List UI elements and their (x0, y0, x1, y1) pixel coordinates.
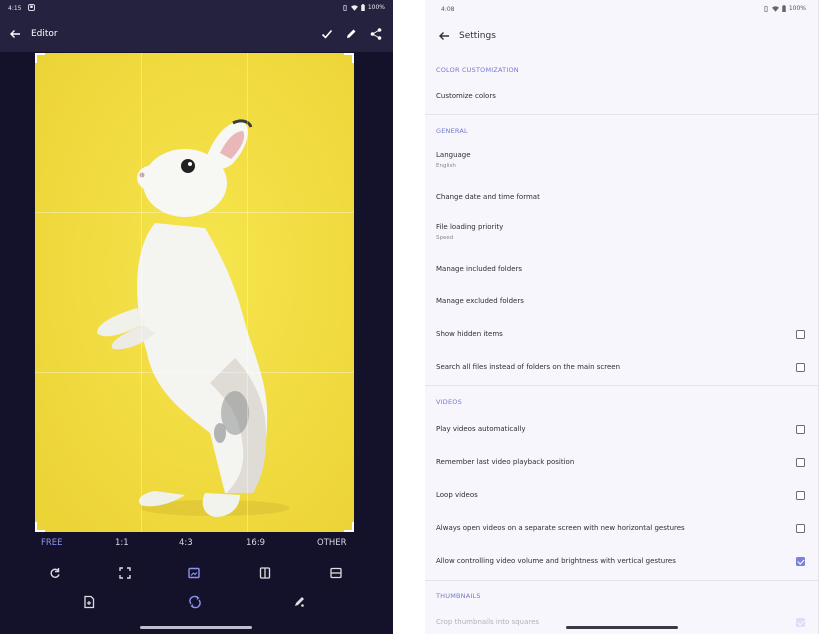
setting-language[interactable]: Language (436, 151, 471, 159)
setting-loop-videos[interactable]: Loop videos (436, 491, 478, 499)
gesture-nav-bar[interactable] (566, 626, 678, 629)
editor-screen: 4:15 ▪ 100% Editor FREE 1:1 4:3 16:9 OTH… (0, 0, 393, 634)
checkbox-vertical-gestures[interactable] (796, 557, 805, 566)
editor-app-bar: Editor (0, 18, 393, 52)
section-divider (425, 114, 818, 115)
rotate-icon[interactable] (48, 566, 62, 580)
checkbox-hidden-items[interactable] (796, 330, 805, 339)
section-divider (425, 385, 818, 386)
crop-handle-top-left[interactable] (35, 53, 45, 63)
section-header-videos: VIDEOS (436, 398, 462, 406)
section-header-thumbnails: THUMBNAILS (436, 592, 481, 600)
crop-grid-line (35, 372, 354, 373)
section-divider (425, 580, 818, 581)
setting-play-auto[interactable]: Play videos automatically (436, 425, 526, 433)
setting-search-all[interactable]: Search all files instead of folders on t… (436, 363, 620, 371)
ratio-1-1[interactable]: 1:1 (115, 538, 129, 548)
battery-icon (361, 4, 365, 11)
setting-file-priority-value: Speed (436, 235, 454, 241)
settings-screen: 4:08 100% Settings COLOR CUSTOMIZATION C… (425, 0, 819, 634)
tune-icon[interactable] (188, 595, 202, 609)
status-icons: 100% (342, 4, 385, 11)
ratio-16-9[interactable]: 16:9 (246, 538, 265, 548)
fit-icon[interactable] (329, 566, 343, 580)
back-arrow-icon[interactable] (8, 27, 22, 41)
flip-icon[interactable] (258, 566, 272, 580)
wifi-icon (350, 4, 358, 11)
edit-pencil-icon[interactable] (344, 27, 358, 41)
setting-excluded-folders[interactable]: Manage excluded folders (436, 297, 524, 305)
checkbox-loop-videos[interactable] (796, 491, 805, 500)
section-header-color: COLOR CUSTOMIZATION (436, 66, 519, 74)
settings-app-bar: Settings (425, 24, 818, 50)
checkbox-separate-screen[interactable] (796, 524, 805, 533)
battery-icon (782, 5, 786, 12)
status-icons: 100% (763, 5, 806, 12)
page-title: Settings (459, 31, 496, 41)
setting-included-folders[interactable]: Manage included folders (436, 265, 522, 273)
checkbox-search-all[interactable] (796, 363, 805, 372)
status-time: 4:08 (441, 6, 455, 13)
resize-icon[interactable] (118, 566, 132, 580)
crop-grid-line (35, 212, 354, 213)
checkbox-remember-position[interactable] (796, 458, 805, 467)
setting-separate-screen[interactable]: Always open videos on a separate screen … (436, 524, 685, 532)
setting-file-priority[interactable]: File loading priority (436, 223, 503, 231)
crop-handle-bottom-left[interactable] (35, 522, 45, 532)
setting-customize-colors[interactable]: Customize colors (436, 92, 496, 100)
notification-icon: ▪ (28, 4, 35, 11)
setting-hidden-items[interactable]: Show hidden items (436, 330, 503, 338)
setting-remember-position[interactable]: Remember last video playback position (436, 458, 574, 466)
status-bar: 4:15 ▪ 100% (0, 0, 393, 18)
crop-grid-line (141, 53, 142, 532)
setting-language-value: English (436, 163, 456, 169)
status-time: 4:15 (8, 5, 22, 12)
checkbox-crop-thumbnails[interactable] (796, 618, 805, 627)
page-title: Editor (31, 29, 58, 39)
vibrate-icon (343, 4, 347, 11)
section-header-general: GENERAL (436, 127, 468, 135)
crop-rotate-icon[interactable] (82, 595, 96, 609)
photo-canvas[interactable] (35, 53, 354, 532)
setting-date-format[interactable]: Change date and time format (436, 193, 540, 201)
tool-row-primary (0, 566, 393, 582)
crop-handle-top-right[interactable] (344, 53, 354, 63)
rabbit-image (35, 53, 354, 532)
aspect-ratio-bar: FREE 1:1 4:3 16:9 OTHER (0, 538, 393, 552)
share-icon[interactable] (369, 27, 383, 41)
crop-handle-bottom-right[interactable] (344, 522, 354, 532)
battery-percent: 100% (788, 5, 806, 12)
setting-vertical-gestures[interactable]: Allow controlling video volume and brigh… (436, 557, 676, 565)
checkbox-play-auto[interactable] (796, 425, 805, 434)
setting-crop-thumbnails[interactable]: Crop thumbnails into squares (436, 618, 539, 626)
gesture-nav-bar[interactable] (140, 626, 252, 629)
battery-percent: 100% (367, 4, 385, 11)
tool-row-secondary (0, 595, 393, 611)
ratio-other[interactable]: OTHER (317, 538, 347, 548)
ratio-free[interactable]: FREE (41, 538, 63, 548)
crop-grid-line (247, 53, 248, 532)
ratio-4-3[interactable]: 4:3 (179, 538, 193, 548)
check-icon[interactable] (320, 27, 334, 41)
wifi-icon (771, 5, 779, 12)
vibrate-icon (764, 5, 768, 12)
draw-icon[interactable] (292, 595, 306, 609)
crop-icon[interactable] (187, 566, 201, 580)
status-bar: 4:08 100% (425, 0, 818, 18)
back-arrow-icon[interactable] (437, 29, 451, 43)
